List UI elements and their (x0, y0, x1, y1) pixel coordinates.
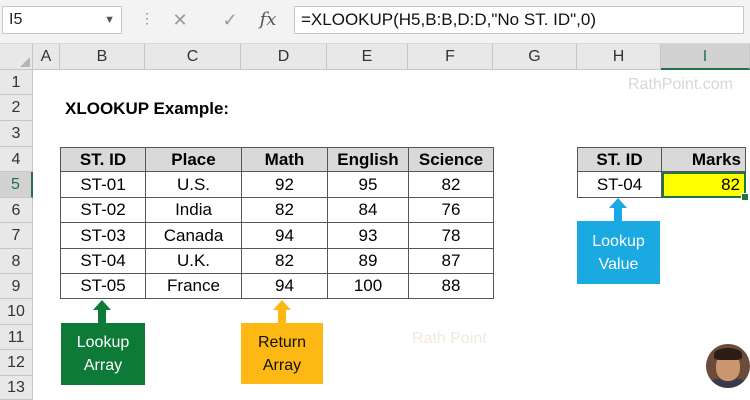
cell[interactable]: France (145, 273, 242, 299)
column-header-b[interactable]: B (60, 44, 145, 70)
column-header-g[interactable]: G (493, 44, 577, 70)
row-header-2[interactable]: 2 (0, 95, 33, 121)
lookup-row: ST-04 82 (577, 171, 749, 201)
cell[interactable]: ST-04 (60, 248, 146, 274)
select-all-corner[interactable] (0, 44, 33, 70)
formula-bar: I5 ▼ ⋮ ✕ ✓ fx =XLOOKUP(H5,B:B,D:D,"No ST… (0, 0, 750, 44)
cell[interactable]: 94 (241, 222, 328, 249)
name-box-value: I5 (9, 11, 23, 28)
more-options-icon[interactable]: ⋮ (140, 10, 155, 27)
header-english[interactable]: English (327, 147, 409, 172)
column-header-d[interactable]: D (241, 44, 327, 70)
lookup-header-marks[interactable]: Marks (661, 147, 746, 172)
formula-input[interactable]: =XLOOKUP(H5,B:B,D:D,"No ST. ID",0) (294, 6, 744, 34)
row-header-7[interactable]: 7 (0, 223, 33, 249)
sheet-title: XLOOKUP Example: (65, 99, 230, 118)
lookup-array-arrow-shaft (98, 309, 106, 323)
row-header-3[interactable]: 3 (0, 121, 33, 147)
row-header-11[interactable]: 11 (0, 325, 33, 350)
lookup-value-cell[interactable]: ST-04 (577, 171, 662, 198)
table-row: ST-03 Canada 94 93 78 (60, 222, 494, 249)
chevron-down-icon[interactable]: ▼ (104, 7, 115, 33)
header-st-id[interactable]: ST. ID (60, 147, 146, 172)
cell[interactable]: 82 (241, 248, 328, 274)
cell[interactable]: U.K. (145, 248, 242, 274)
lookup-table: ST. ID Marks ST-04 82 (577, 147, 749, 201)
header-place[interactable]: Place (145, 147, 242, 172)
cell[interactable]: ST-05 (60, 273, 146, 299)
cell[interactable]: U.S. (145, 171, 242, 198)
cancel-icon[interactable]: ✕ (166, 6, 194, 34)
row-header-13[interactable]: 13 (0, 376, 33, 400)
return-array-arrow-shaft (278, 309, 286, 323)
row-header-8[interactable]: 8 (0, 249, 33, 274)
cell[interactable]: ST-02 (60, 197, 146, 223)
cell[interactable]: ST-03 (60, 222, 146, 249)
row-header-5[interactable]: 5 (0, 172, 33, 198)
table-row: ST-05 France 94 100 88 (60, 273, 494, 299)
column-header-h[interactable]: H (577, 44, 661, 70)
result-value: 82 (721, 174, 740, 194)
row-header-6[interactable]: 6 (0, 198, 33, 223)
cell[interactable]: 94 (241, 273, 328, 299)
cell[interactable]: 100 (327, 273, 409, 299)
table-row: ST-02 India 82 84 76 (60, 197, 494, 223)
cell[interactable]: 78 (408, 222, 494, 249)
cell[interactable]: 95 (327, 171, 409, 198)
cell[interactable]: 93 (327, 222, 409, 249)
cell[interactable]: 84 (327, 197, 409, 223)
row-header-4[interactable]: 4 (0, 147, 33, 172)
cell[interactable]: 76 (408, 197, 494, 223)
avatar-hair (714, 348, 742, 360)
cell[interactable]: 87 (408, 248, 494, 274)
return-array-line1: Return (257, 333, 307, 351)
lookup-header-st-id[interactable]: ST. ID (577, 147, 662, 172)
header-science[interactable]: Science (408, 147, 494, 172)
header-math[interactable]: Math (241, 147, 328, 172)
row-header-10[interactable]: 10 (0, 299, 33, 325)
column-header-f[interactable]: F (408, 44, 493, 70)
cell[interactable]: 82 (241, 197, 328, 223)
cell[interactable]: 82 (408, 171, 494, 198)
lookup-array-callout: Lookup Array (61, 323, 145, 385)
lookup-array-line1: Lookup (76, 334, 130, 351)
cell[interactable]: 88 (408, 273, 494, 299)
student-marks-table: ST. ID Place Math English Science ST-01 … (60, 147, 494, 299)
table-row: ST-01 U.S. 92 95 82 (60, 171, 494, 198)
cell[interactable]: India (145, 197, 242, 223)
author-avatar (706, 344, 750, 388)
lookup-value-line2: Value (598, 255, 639, 273)
fill-handle[interactable] (741, 193, 749, 201)
name-box[interactable]: I5 ▼ (2, 6, 122, 34)
watermark-center: Rath Point (412, 330, 487, 347)
watermark-top: RathPoint.com (628, 76, 733, 93)
lookup-value-arrow-shaft (614, 207, 622, 221)
column-header-e[interactable]: E (327, 44, 408, 70)
cell[interactable]: 89 (327, 248, 409, 274)
enter-icon[interactable]: ✓ (216, 6, 244, 34)
return-array-callout: Return Array (241, 323, 323, 384)
column-header-a[interactable]: A (33, 44, 60, 70)
lookup-value-line1: Lookup (592, 232, 645, 250)
lookup-value-callout: Lookup Value (577, 221, 660, 284)
result-cell[interactable]: 82 (661, 171, 749, 201)
row-header-9[interactable]: 9 (0, 274, 33, 299)
lookup-header-row: ST. ID Marks (577, 147, 746, 172)
column-header-i[interactable]: I (661, 44, 750, 70)
row-header-1[interactable]: 1 (0, 70, 33, 95)
cell[interactable]: ST-01 (60, 171, 146, 198)
table-row: ST-04 U.K. 82 89 87 (60, 248, 494, 274)
cell[interactable]: 92 (241, 171, 328, 198)
row-header-12[interactable]: 12 (0, 350, 33, 376)
column-header-c[interactable]: C (145, 44, 241, 70)
select-all-triangle-icon (20, 57, 30, 67)
lookup-array-line2: Array (83, 357, 123, 374)
table-header-row: ST. ID Place Math English Science (60, 147, 494, 172)
insert-function-icon[interactable]: fx (254, 6, 282, 34)
cell[interactable]: Canada (145, 222, 242, 249)
return-array-line2: Array (262, 356, 302, 374)
